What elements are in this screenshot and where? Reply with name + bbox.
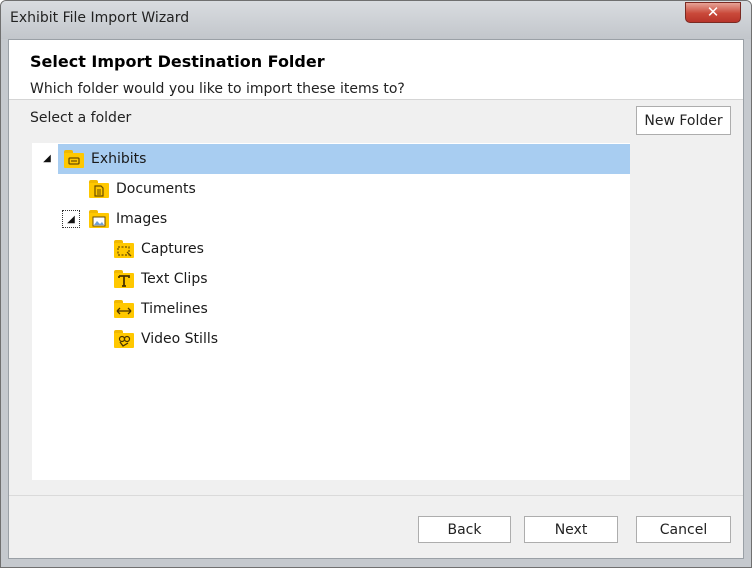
folder-tree[interactable]: ◢ Exhibits Documents ◢ Images Captures T… [32,143,630,480]
close-icon: ✕ [706,3,720,21]
tree-item-label: Exhibits [91,151,147,167]
window-title: Exhibit File Import Wizard [10,10,190,26]
close-button[interactable]: ✕ [685,2,741,23]
new-folder-button[interactable]: New Folder [636,106,731,135]
wizard-body: Select Import Destination Folder Which f… [8,39,744,559]
card-icon [64,150,84,168]
tree-item-captures[interactable]: Captures [107,234,204,264]
tree-expander-images[interactable]: ◢ [62,210,80,228]
wizard-window: Exhibit File Import Wizard ✕ Select Impo… [0,0,752,568]
tree-item-text-clips[interactable]: Text Clips [107,264,208,294]
timeline-arrow-icon [114,300,134,318]
cancel-button[interactable]: Cancel [636,516,731,543]
wizard-header: Select Import Destination Folder Which f… [9,40,743,100]
next-button[interactable]: Next [524,516,618,543]
select-folder-label: Select a folder [30,110,132,126]
tree-item-images[interactable]: Images [82,204,167,234]
capture-icon [114,240,134,258]
film-reel-icon [114,330,134,348]
title-bar[interactable]: Exhibit File Import Wizard ✕ [1,1,751,39]
tree-item-label: Documents [116,181,196,197]
tree-item-exhibits[interactable]: Exhibits [58,144,630,174]
text-icon [114,270,134,288]
tree-item-video-stills[interactable]: Video Stills [107,324,218,354]
document-icon [89,180,109,198]
picture-icon [89,210,109,228]
tree-item-label: Timelines [141,301,208,317]
header-divider [9,99,743,100]
page-title: Select Import Destination Folder [30,52,325,71]
tree-item-label: Captures [141,241,204,257]
footer-divider [9,495,743,496]
tree-item-timelines[interactable]: Timelines [107,294,208,324]
tree-item-label: Video Stills [141,331,219,347]
page-subtitle: Which folder would you like to import th… [30,81,405,97]
tree-expander-exhibits[interactable]: ◢ [38,149,56,167]
tree-item-label: Text Clips [141,271,208,287]
tree-item-documents[interactable]: Documents [82,174,196,204]
tree-item-label: Images [116,211,168,227]
back-button[interactable]: Back [418,516,511,543]
